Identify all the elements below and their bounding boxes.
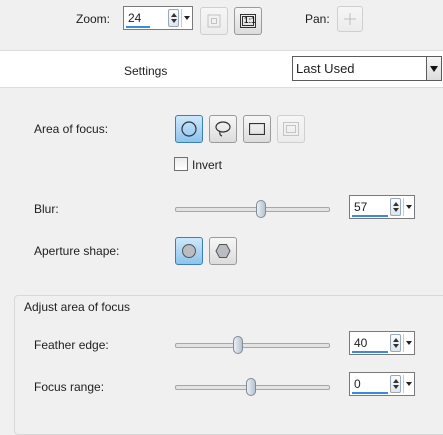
ellipse-icon	[181, 121, 197, 137]
focus-range-dropdown-icon[interactable]	[406, 382, 412, 386]
settings-label: Settings	[124, 64, 168, 78]
blur-spinbox[interactable]: 57	[349, 195, 415, 219]
invert-checkbox[interactable]	[174, 157, 188, 171]
feather-spin-arrows[interactable]	[390, 334, 401, 352]
fit-to-window-icon	[207, 14, 221, 28]
area-of-focus-label: Area of focus:	[34, 122, 109, 136]
focus-rectangle-button[interactable]	[243, 115, 271, 143]
feather-underline	[352, 351, 388, 353]
settings-preset-value: Last Used	[296, 61, 355, 76]
feather-slider-track[interactable]	[175, 343, 330, 348]
focus-range-spin-arrows[interactable]	[390, 375, 401, 393]
focus-full-frame-button[interactable]	[277, 115, 305, 143]
blur-slider-track[interactable]	[175, 207, 330, 212]
actual-size-label: 1:1	[244, 16, 256, 25]
hexagon-icon	[215, 244, 231, 258]
zoom-spinbox[interactable]: 24	[123, 6, 193, 30]
zoom-label: Zoom:	[76, 12, 111, 26]
settings-bar: Settings Last Used	[0, 50, 443, 88]
full-frame-icon	[283, 122, 299, 136]
focus-range-label: Focus range:	[34, 380, 105, 394]
invert-label: Invert	[192, 158, 223, 172]
aperture-hexagon-button[interactable]	[209, 237, 237, 265]
blur-value: 57	[354, 200, 368, 214]
focus-range-value: 0	[354, 377, 361, 391]
actual-size-button[interactable]: 1:1	[234, 7, 262, 35]
circle-icon	[182, 244, 196, 258]
pan-label: Pan:	[305, 12, 330, 26]
focus-range-slider-thumb[interactable]	[246, 378, 256, 396]
adjust-area-group	[14, 295, 443, 435]
preset-dropdown-button[interactable]	[426, 57, 441, 80]
blur-underline	[352, 215, 388, 217]
feather-value: 40	[354, 336, 368, 350]
chevron-down-icon	[430, 66, 438, 72]
aperture-shape-label: Aperture shape:	[34, 244, 120, 258]
feather-spinbox[interactable]: 40	[349, 331, 415, 355]
focus-range-spinbox[interactable]: 0	[349, 372, 415, 396]
zoom-dropdown-icon[interactable]	[184, 16, 190, 20]
zoom-value: 24	[128, 11, 142, 25]
blur-spin-arrows[interactable]	[390, 198, 401, 216]
lasso-icon	[215, 121, 231, 137]
aperture-circle-button[interactable]	[175, 237, 203, 265]
blur-dropdown-icon[interactable]	[406, 205, 412, 209]
blur-slider-thumb[interactable]	[256, 200, 266, 218]
rectangle-icon	[249, 123, 265, 135]
adjust-area-title: Adjust area of focus	[22, 300, 133, 314]
fit-to-window-button[interactable]	[200, 7, 228, 35]
settings-preset-dropdown[interactable]: Last Used	[292, 56, 442, 81]
feather-slider-thumb[interactable]	[233, 336, 243, 354]
feather-edge-label: Feather edge:	[34, 338, 109, 352]
zoom-spin-arrows[interactable]	[168, 9, 179, 27]
focus-lasso-button[interactable]	[209, 115, 237, 143]
focus-range-underline	[352, 392, 388, 394]
move-crosshair-icon	[344, 13, 356, 25]
focus-ellipse-button[interactable]	[175, 115, 203, 143]
zoom-underline	[126, 26, 150, 28]
blur-label: Blur:	[34, 202, 59, 216]
feather-dropdown-icon[interactable]	[406, 341, 412, 345]
pan-button[interactable]	[337, 6, 363, 32]
